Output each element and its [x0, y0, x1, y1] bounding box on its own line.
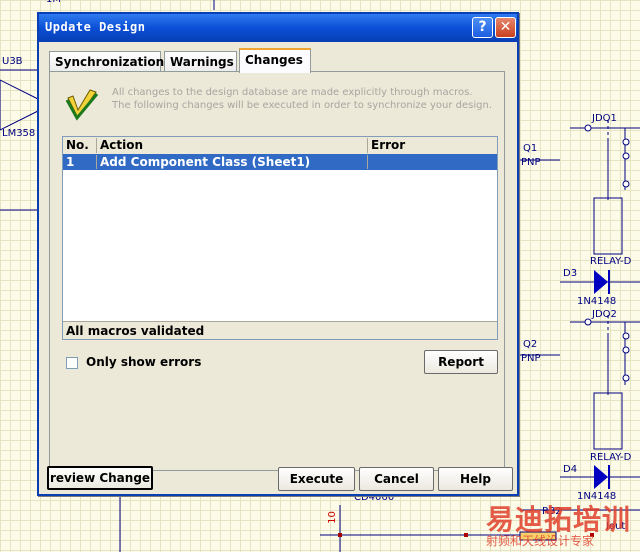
column-header-action[interactable]: Action	[97, 138, 368, 153]
schematic-label-relay1: RELAY-D	[590, 256, 632, 267]
dialog-title-bar[interactable]: Update Design ? ✕	[39, 14, 517, 42]
cell-no: 1	[63, 155, 97, 169]
schematic-label-1m: 1M	[46, 0, 61, 5]
preview-changes-button[interactable]: review Change	[47, 466, 153, 490]
schematic-label-u3b: U3B	[2, 56, 23, 67]
tab-changes[interactable]: Changes	[239, 48, 311, 73]
table-row[interactable]: 1 Add Component Class (Sheet1)	[63, 154, 497, 170]
schematic-label-pin10: 10	[326, 511, 338, 524]
changes-table[interactable]: No. Action Error 1 Add Component Class (…	[62, 136, 498, 340]
info-line-1: All changes to the design database are m…	[112, 87, 473, 98]
info-text: All changes to the design database are m…	[112, 86, 492, 112]
dialog-title: Update Design	[45, 20, 146, 34]
info-line-2: The following changes will be executed i…	[112, 100, 493, 111]
schematic-label-q2: Q2	[523, 339, 538, 350]
column-header-no[interactable]: No.	[63, 138, 97, 153]
validate-check-icon	[65, 89, 99, 121]
schematic-label-pnp2: PNP	[521, 353, 541, 364]
schematic-label-jdq1: JDQ1	[592, 113, 617, 124]
only-show-errors-checkbox[interactable]	[66, 357, 78, 369]
schematic-label-d3: D3	[563, 268, 578, 279]
title-close-button[interactable]: ✕	[495, 17, 516, 38]
column-header-error[interactable]: Error	[368, 138, 497, 153]
schematic-label-q1: Q1	[523, 143, 538, 154]
only-show-errors-label[interactable]: Only show errors	[86, 355, 201, 369]
schematic-label-lm358: LM358	[2, 128, 36, 139]
watermark-subtitle: 射频和天线设计专家	[486, 534, 595, 548]
cancel-button[interactable]: Cancel	[359, 467, 434, 491]
cell-action: Add Component Class (Sheet1)	[97, 155, 368, 169]
schematic-label-pnp1: PNP	[521, 157, 541, 168]
schematic-label-jdq2: JDQ2	[592, 309, 617, 320]
tab-synchronization[interactable]: Synchronization	[49, 51, 164, 72]
help-button[interactable]: Help	[438, 467, 513, 491]
title-help-button[interactable]: ?	[472, 17, 493, 38]
cell-error	[368, 155, 497, 169]
schematic-label-d4: D4	[563, 464, 578, 475]
schematic-label-diode1: 1N4148	[577, 296, 617, 307]
validation-status: All macros validated	[63, 321, 497, 339]
tab-warnings[interactable]: Warnings	[164, 51, 237, 72]
table-header: No. Action Error	[63, 137, 497, 155]
execute-button[interactable]: Execute	[278, 467, 355, 491]
report-button[interactable]: Report	[424, 350, 498, 374]
update-design-dialog: Update Design ? ✕ Synchronization Warnin…	[37, 12, 519, 496]
schematic-label-relay2: RELAY-D	[590, 452, 632, 463]
changes-panel: All changes to the design database are m…	[49, 71, 505, 471]
